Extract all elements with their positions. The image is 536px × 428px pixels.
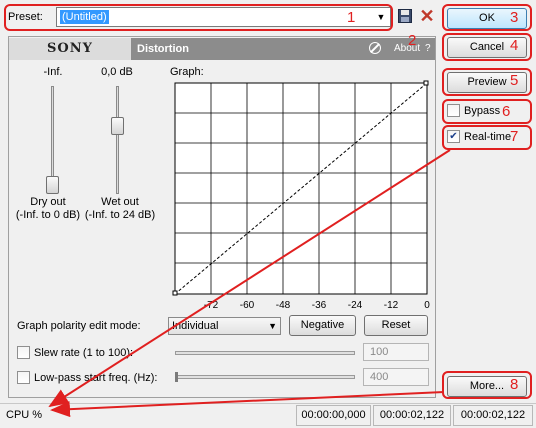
lowpass-label: Low-pass start freq. (Hz):	[34, 371, 158, 384]
slew-rate-checkbox[interactable]	[17, 346, 30, 359]
cpu-label: CPU %	[6, 409, 43, 421]
annotation-number-6: 6	[502, 103, 511, 120]
slew-rate-field[interactable]: 100	[363, 343, 429, 361]
polarity-mode-select[interactable]: Individual ▼	[168, 317, 281, 335]
slew-rate-slider[interactable]	[175, 351, 355, 355]
no-symbol-icon	[369, 42, 381, 54]
graph-label: Graph:	[170, 66, 204, 78]
annotation-box-6	[442, 99, 532, 124]
distortion-graph[interactable]: 0-12-24-36-48-60-72-Inf.-72-60-48-36-24-…	[172, 80, 434, 312]
annotation-number-7: 7	[510, 128, 519, 145]
annotation-box-1	[4, 4, 393, 31]
slew-rate-option[interactable]: Slew rate (1 to 100):	[17, 346, 133, 359]
dry-out-caption-range: (-Inf. to 0 dB)	[15, 209, 81, 221]
wet-out-caption: Wet out (-Inf. to 24 dB)	[82, 196, 158, 222]
dry-out-slider-thumb[interactable]	[46, 176, 59, 194]
slew-rate-label: Slew rate (1 to 100):	[34, 346, 134, 359]
lowpass-option[interactable]: Low-pass start freq. (Hz):	[17, 371, 157, 384]
status-time-start: 00:00:00,000	[296, 405, 371, 426]
delete-preset-icon[interactable]: ✕	[418, 7, 436, 25]
annotation-box-7	[442, 125, 532, 150]
annotation-box-8	[442, 371, 532, 399]
curve-end-handle[interactable]	[423, 80, 429, 86]
help-link[interactable]: ?	[425, 38, 431, 60]
reset-button[interactable]: Reset	[364, 315, 428, 336]
wet-out-caption-title: Wet out	[101, 196, 139, 208]
graph-x-tick-label: -72	[204, 300, 219, 311]
dry-out-caption-title: Dry out	[30, 196, 66, 208]
graph-x-tick-label: -24	[348, 300, 363, 311]
annotation-number-8: 8	[510, 376, 519, 393]
annotation-number-2: 2	[408, 32, 417, 49]
annotation-box-4	[442, 33, 532, 61]
save-preset-icon[interactable]	[396, 8, 414, 26]
graph-x-tick-label: -36	[312, 300, 327, 311]
polarity-mode-value: Individual	[172, 320, 219, 332]
negative-button[interactable]: Negative	[289, 315, 356, 336]
status-time-end: 00:00:02,122	[373, 405, 451, 426]
wet-out-caption-range: (-Inf. to 24 dB)	[84, 209, 156, 221]
wet-out-value: 0,0 dB	[101, 66, 133, 78]
curve-start-handle[interactable]	[172, 290, 178, 296]
annotation-box-3	[442, 4, 532, 31]
wet-out-slider-thumb[interactable]	[111, 117, 124, 135]
wet-out-slider-track[interactable]	[116, 86, 119, 194]
brand-logo: SONY	[9, 38, 131, 60]
lowpass-slider[interactable]	[175, 375, 355, 379]
graph-x-tick-label: -12	[384, 300, 399, 311]
polarity-label: Graph polarity edit mode:	[17, 320, 141, 332]
graph-x-tick-label: -60	[240, 300, 255, 311]
annotation-box-5	[442, 68, 532, 96]
annotation-number-1: 1	[347, 9, 356, 26]
dry-out-caption: Dry out (-Inf. to 0 dB)	[12, 196, 84, 222]
lowpass-slider-thumb[interactable]	[175, 372, 178, 382]
status-time-length: 00:00:02,122	[453, 405, 533, 426]
lowpass-checkbox[interactable]	[17, 371, 30, 384]
graph-x-tick-label: 0	[424, 300, 430, 311]
annotation-number-5: 5	[510, 72, 519, 89]
plugin-name: Distortion	[137, 43, 189, 55]
annotation-number-4: 4	[510, 37, 519, 54]
lowpass-field[interactable]: 400	[363, 368, 429, 386]
dry-out-value: -Inf.	[43, 66, 63, 78]
annotation-number-3: 3	[510, 9, 519, 26]
chevron-down-icon[interactable]: ▼	[268, 318, 277, 334]
graph-x-tick-label: -48	[276, 300, 291, 311]
